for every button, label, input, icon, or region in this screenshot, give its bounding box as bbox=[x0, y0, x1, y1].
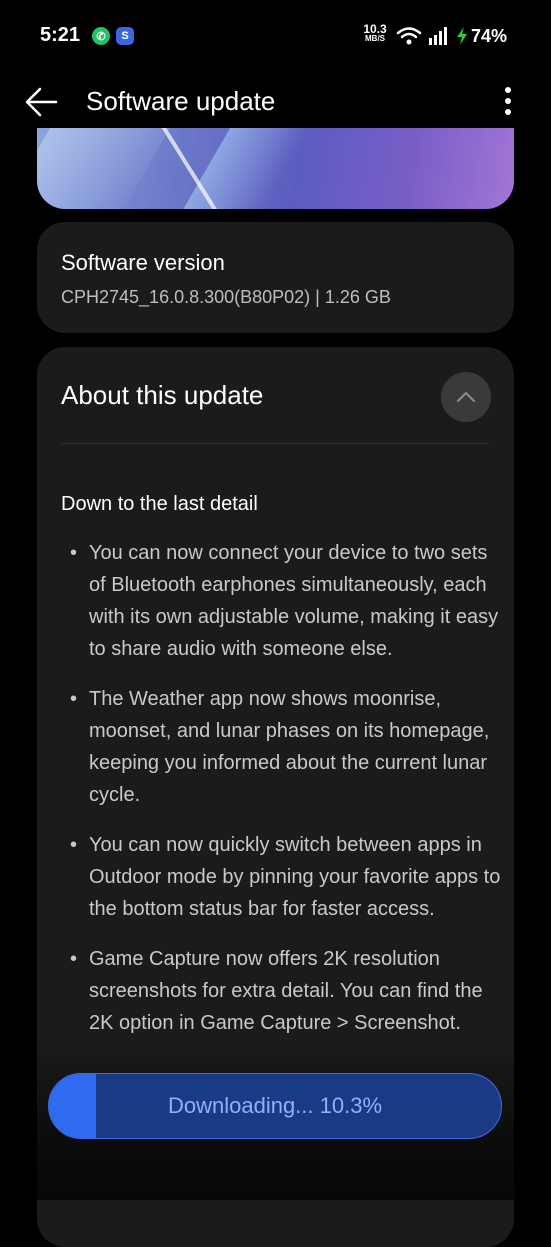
more-options-icon[interactable] bbox=[496, 84, 520, 120]
list-item: The Weather app now shows moonrise, moon… bbox=[61, 683, 501, 811]
update-banner-image bbox=[37, 128, 514, 209]
chevron-up-icon bbox=[456, 391, 476, 403]
section-heading: Down to the last detail bbox=[61, 493, 258, 515]
status-time: 5:21 bbox=[40, 24, 81, 46]
battery-level: 74% bbox=[471, 26, 508, 46]
whatsapp-icon: ✆ bbox=[92, 27, 110, 45]
app-bar: Software update bbox=[0, 72, 551, 136]
status-bar: 5:21 ✆ S 10.3 MB/S 74% bbox=[0, 0, 551, 72]
network-speed-unit: MB/S bbox=[365, 34, 385, 43]
list-item: You can now quickly switch between apps … bbox=[61, 829, 501, 925]
network-speed-value: 10.3 bbox=[363, 22, 387, 36]
back-arrow-icon[interactable] bbox=[24, 86, 60, 118]
app-s-icon: S bbox=[116, 27, 134, 45]
list-item: You can now connect your device to two s… bbox=[61, 537, 501, 665]
signal-icon bbox=[429, 27, 447, 45]
network-speed: 10.3 MB/S bbox=[361, 22, 389, 44]
software-version-detail: CPH2745_16.0.8.300(B80P02) | 1.26 GB bbox=[61, 287, 391, 307]
page-title: Software update bbox=[86, 86, 276, 116]
wifi-icon bbox=[396, 27, 422, 45]
software-version-title: Software version bbox=[61, 250, 225, 275]
collapse-button[interactable] bbox=[441, 372, 491, 422]
download-progress-button[interactable]: Downloading... 10.3% bbox=[48, 1073, 502, 1139]
update-notes-list: You can now connect your device to two s… bbox=[61, 537, 501, 1057]
list-item: Game Capture now offers 2K resolution sc… bbox=[61, 943, 501, 1039]
software-version-card: Software version CPH2745_16.0.8.300(B80P… bbox=[37, 222, 514, 333]
download-progress-label: Downloading... 10.3% bbox=[167, 1093, 383, 1118]
divider bbox=[61, 443, 489, 444]
charging-bolt-icon bbox=[457, 27, 467, 45]
about-update-title: About this update bbox=[61, 380, 264, 410]
